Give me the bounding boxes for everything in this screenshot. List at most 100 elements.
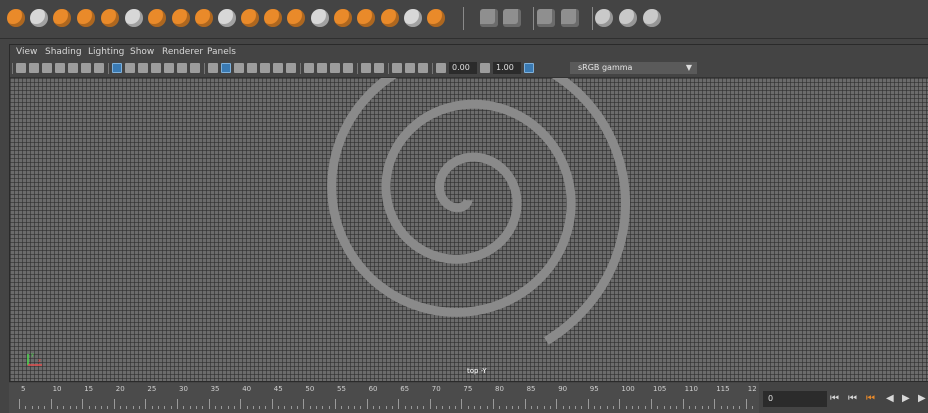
colorspace-dropdown[interactable]: sRGB gamma (570, 62, 697, 74)
loop-icon[interactable] (241, 9, 259, 27)
depth-of-field-icon[interactable] (343, 63, 353, 73)
wireframe-icon[interactable] (208, 63, 218, 73)
timeline-tick (556, 399, 558, 409)
time-slider[interactable]: 5 10 15 20 25 30 35 40 45 50 55 60 65 70 75 80 85 90 95 100… (9, 383, 759, 413)
viewport-canvas[interactable]: top -Y y x (10, 78, 928, 381)
timeline-tick-label: 45 (273, 385, 283, 393)
timeline-tick (94, 406, 96, 409)
timeline-tick (739, 406, 741, 409)
timeline-tick (657, 406, 659, 409)
timeline-tick (613, 406, 615, 409)
field-chart-icon[interactable] (164, 63, 174, 73)
menu-renderer[interactable]: Renderer (162, 47, 203, 57)
xray-joints-icon[interactable] (392, 63, 402, 73)
camera-lock-icon[interactable] (94, 63, 104, 73)
safe-title-icon[interactable] (190, 63, 200, 73)
torus-icon[interactable] (53, 9, 71, 27)
sculpt-icon[interactable] (77, 9, 95, 27)
timeline-tick-label: 15 (84, 385, 94, 393)
tool-icon[interactable] (30, 9, 48, 27)
anti-alias-icon[interactable] (330, 63, 340, 73)
timeline-tick (309, 406, 311, 409)
xray-icon[interactable] (374, 63, 384, 73)
merge-icon[interactable] (334, 9, 352, 27)
timeline-tick (271, 399, 273, 409)
timeline-tick-label: 60 (368, 385, 378, 393)
timeline-tick (113, 399, 115, 409)
spiral-curve[interactable] (10, 78, 928, 381)
menu-view[interactable]: View (16, 47, 37, 57)
spiral-curve-path[interactable] (327, 78, 630, 345)
cone-icon[interactable] (125, 9, 143, 27)
timeline-tick-label: 115 (716, 385, 730, 393)
menu-shading[interactable]: Shading (45, 47, 82, 57)
brush-icon[interactable] (195, 9, 213, 27)
smooth-icon[interactable] (381, 9, 399, 27)
timeline-tick (537, 406, 539, 409)
cut-icon[interactable] (264, 9, 282, 27)
smooth-shade-icon[interactable] (221, 63, 231, 73)
extrude-icon[interactable] (311, 9, 329, 27)
two-d-pan-icon[interactable] (68, 63, 78, 73)
step-back-frame-icon[interactable]: ⏮ (866, 390, 875, 408)
sphere-edit-icon[interactable] (172, 9, 190, 27)
render-icon[interactable] (643, 9, 661, 27)
camera-attr-icon[interactable] (29, 63, 39, 73)
exposure-field[interactable]: 0.00 (449, 62, 477, 74)
image-plane-icon[interactable] (55, 63, 65, 73)
grid-icon[interactable] (480, 9, 498, 27)
safe-action-icon[interactable] (177, 63, 187, 73)
current-frame-field[interactable]: 0 (763, 391, 827, 407)
play-forward-icon[interactable]: ▶ (902, 390, 910, 408)
textured-icon[interactable] (260, 63, 270, 73)
bridge-icon[interactable] (287, 9, 305, 27)
shadows-icon[interactable] (286, 63, 296, 73)
camera-select-icon[interactable] (16, 63, 26, 73)
lights-icon[interactable] (273, 63, 283, 73)
grease-pencil-icon[interactable] (81, 63, 91, 73)
timeline-tick-label: 75 (463, 385, 473, 393)
material-icon[interactable] (561, 9, 579, 27)
motion-blur-icon[interactable] (317, 63, 327, 73)
sphere-icon[interactable] (7, 9, 25, 27)
toolbar-separator (12, 63, 13, 74)
play-backward-icon[interactable]: ◀ (886, 390, 894, 408)
exposure-icon[interactable] (436, 63, 446, 73)
viewport-panel: View Shading Lighting Show Renderer Pane… (9, 44, 928, 382)
go-to-start-icon[interactable]: ⏮ (830, 390, 839, 408)
color-management-icon[interactable] (524, 63, 534, 73)
timeline-tick (189, 406, 191, 409)
resolution-gate-icon[interactable] (138, 63, 148, 73)
isolate-select-icon[interactable] (361, 63, 371, 73)
step-forward-icon[interactable]: ▶ (918, 390, 926, 408)
ambient-occlusion-icon[interactable] (304, 63, 314, 73)
bevel-icon[interactable] (357, 9, 375, 27)
plane-icon[interactable] (148, 9, 166, 27)
gamma-field[interactable]: 1.00 (493, 62, 521, 74)
grid-toggle-icon[interactable] (112, 63, 122, 73)
axis-x-label: x (38, 358, 41, 364)
step-back-key-icon[interactable]: ⏮ (848, 390, 857, 408)
gamma-icon[interactable] (480, 63, 490, 73)
film-gate-icon[interactable] (125, 63, 135, 73)
timeline-tick (101, 406, 103, 409)
character-icon[interactable] (537, 9, 555, 27)
xray-active-icon[interactable] (405, 63, 415, 73)
backface-culling-icon[interactable] (418, 63, 428, 73)
menu-lighting[interactable]: Lighting (88, 47, 124, 57)
gate-mask-icon[interactable] (151, 63, 161, 73)
pencil-icon[interactable] (218, 9, 236, 27)
shader-icon[interactable] (619, 9, 637, 27)
chevron-down-icon[interactable]: ▼ (682, 62, 696, 74)
texture-icon[interactable] (595, 9, 613, 27)
bookmark-icon[interactable] (42, 63, 52, 73)
cylinder-icon[interactable] (101, 9, 119, 27)
menu-panels[interactable]: Panels (207, 47, 236, 57)
timeline-tick (455, 406, 457, 409)
wireframe-on-shaded-icon[interactable] (247, 63, 257, 73)
select-icon[interactable] (503, 9, 521, 27)
default-material-icon[interactable] (234, 63, 244, 73)
relax-icon[interactable] (404, 9, 422, 27)
starburst-icon[interactable] (427, 9, 445, 27)
menu-show[interactable]: Show (130, 47, 154, 57)
